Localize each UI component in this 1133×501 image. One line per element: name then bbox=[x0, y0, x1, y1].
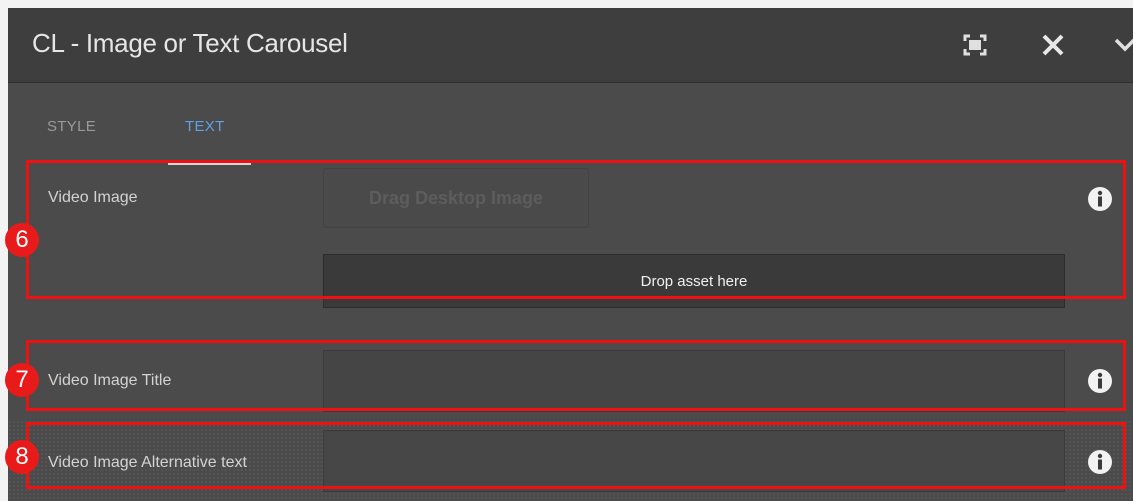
annotation-badge-6: 6 bbox=[5, 223, 39, 257]
close-icon[interactable] bbox=[1038, 30, 1068, 60]
video-image-title-label: Video Image Title bbox=[48, 372, 172, 389]
dialog: CL - Image or Text Carousel STYLE TEXT V… bbox=[8, 8, 1133, 501]
annotation-badge-8: 8 bbox=[5, 440, 39, 474]
annotation-badge-7: 7 bbox=[5, 363, 39, 397]
chevron-down-icon[interactable] bbox=[1108, 30, 1133, 60]
info-icon[interactable] bbox=[1087, 186, 1113, 212]
info-icon[interactable] bbox=[1087, 368, 1113, 394]
video-image-title-input[interactable] bbox=[323, 350, 1065, 412]
dialog-title: CL - Image or Text Carousel bbox=[32, 28, 348, 58]
active-tab-indicator bbox=[168, 163, 251, 165]
drag-desktop-image-button[interactable]: Drag Desktop Image bbox=[323, 168, 589, 228]
info-icon[interactable] bbox=[1087, 449, 1113, 475]
tab-bar: STYLE TEXT bbox=[8, 84, 1133, 165]
dialog-titlebar: CL - Image or Text Carousel bbox=[8, 8, 1133, 83]
video-image-alt-label: Video Image Alternative text bbox=[48, 454, 247, 471]
tab-text[interactable]: TEXT bbox=[185, 118, 225, 135]
tab-style[interactable]: STYLE bbox=[47, 118, 96, 135]
video-image-alt-input[interactable] bbox=[323, 430, 1065, 492]
fullscreen-icon[interactable] bbox=[960, 30, 990, 60]
drop-asset-zone[interactable]: Drop asset here bbox=[323, 254, 1065, 308]
video-image-label: Video Image bbox=[48, 189, 138, 206]
